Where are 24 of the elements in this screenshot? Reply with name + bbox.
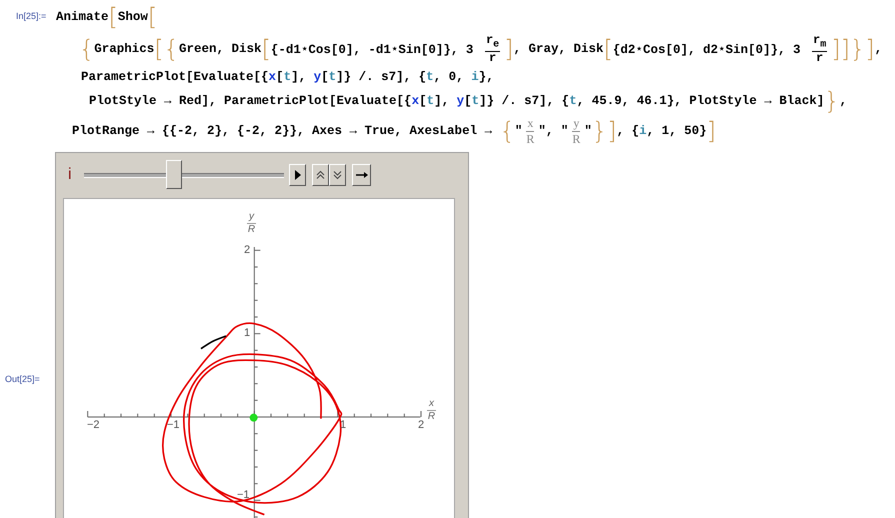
double-chevron-up-icon — [316, 170, 325, 180]
y-axis-label: y R — [247, 211, 256, 235]
x-tick-label: −2 — [87, 420, 100, 431]
y-tick-label: −1 — [237, 490, 250, 501]
y-tick-label: 2 — [244, 245, 250, 256]
right-arrow-icon — [356, 171, 368, 179]
x-tick-label: 2 — [418, 420, 424, 431]
code-line: ParametricPlot[Evaluate[{x[t], y[t]} /. s7], {t, 0, i}, — [81, 69, 495, 86]
play-button[interactable] — [289, 164, 306, 186]
double-chevron-down-icon — [333, 170, 342, 180]
faster-button[interactable] — [312, 164, 329, 186]
trajectory-arc — [200, 335, 226, 350]
x-tick-label: −1 — [167, 420, 180, 431]
slider[interactable] — [84, 160, 284, 190]
variable-label: i — [67, 166, 73, 184]
slider-thumb[interactable] — [166, 160, 182, 189]
output-label: Out[25]= — [4, 373, 41, 386]
direction-button[interactable] — [352, 164, 371, 186]
slower-button[interactable] — [329, 164, 346, 186]
play-icon — [294, 170, 300, 180]
x-axis-label: x R — [427, 398, 436, 422]
y-tick-label: 1 — [244, 328, 250, 339]
planet-disk — [250, 414, 258, 422]
input-label: In[25]:= — [16, 10, 48, 21]
